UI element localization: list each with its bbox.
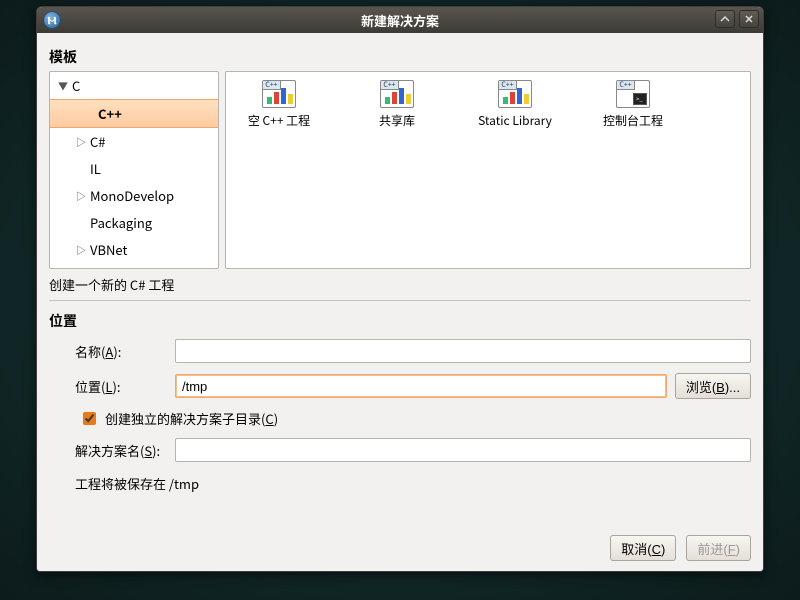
close-button[interactable]: [739, 10, 759, 28]
tree-item-packaging[interactable]: Packaging: [50, 209, 218, 236]
tree-item-monodevelop[interactable]: ▷ MonoDevelop: [50, 182, 218, 209]
project-icon: C++: [498, 80, 532, 108]
category-tree[interactable]: ▼ C C++ ▷ C# IL ▷ MonoDevelop: [49, 71, 219, 269]
expander-icon[interactable]: ▷: [76, 134, 88, 149]
titlebar[interactable]: 新建解决方案: [37, 7, 763, 33]
template-static-lib[interactable]: C++ Static Library: [470, 80, 560, 158]
location-input[interactable]: [175, 374, 667, 398]
template-section-label: 模板: [49, 47, 751, 67]
tree-item-label: VBNet: [90, 240, 127, 259]
browse-button[interactable]: 浏览(B)...: [675, 373, 751, 399]
forward-button[interactable]: 前进(F): [686, 535, 751, 561]
template-console[interactable]: C++ 控制台工程: [588, 80, 678, 158]
separator: [49, 300, 751, 301]
name-input[interactable]: [175, 339, 751, 363]
location-form: 名称(A): 位置(L): 浏览(B)... 创建独立的解决方案子目录(C) 解…: [49, 335, 751, 497]
solution-row: 解决方案名(S):: [49, 438, 751, 462]
location-section-label: 位置: [49, 311, 751, 331]
project-icon: C++: [262, 80, 296, 108]
template-label: 空 C++ 工程: [248, 112, 310, 129]
tree-item-label: Packaging: [90, 213, 152, 232]
tree-item-cpp[interactable]: C++: [50, 99, 218, 128]
dialog-content: 模板 ▼ C C++ ▷ C# IL ▷ MonoD: [37, 33, 763, 571]
tree-item-label: C#: [90, 132, 106, 151]
tree-item-csharp[interactable]: ▷ C#: [50, 128, 218, 155]
cancel-button[interactable]: 取消(C): [610, 535, 676, 561]
expander-icon[interactable]: ▼: [58, 78, 70, 93]
project-icon: C++: [616, 80, 650, 108]
tree-item-label: MonoDevelop: [90, 186, 174, 205]
save-hint: 工程将被保存在 /tmp: [49, 474, 751, 493]
minimize-button[interactable]: [715, 10, 735, 28]
tree-item-label: C: [72, 76, 80, 95]
expander-icon[interactable]: ▷: [76, 242, 88, 257]
tree-item-il[interactable]: IL: [50, 155, 218, 182]
templates-pane: C++ 空 C++ 工程 C++ 共享库 C++: [225, 71, 751, 269]
dialog-window: 新建解决方案 模板 ▼ C C++ ▷ C#: [36, 6, 764, 572]
name-row: 名称(A):: [49, 339, 751, 363]
subdir-checkbox[interactable]: [83, 412, 96, 425]
solution-label: 解决方案名(S):: [49, 441, 167, 460]
template-row: ▼ C C++ ▷ C# IL ▷ MonoDevelop: [49, 71, 751, 269]
window-title: 新建解决方案: [361, 11, 439, 30]
tree-item-vbnet[interactable]: ▷ VBNet: [50, 236, 218, 263]
template-description: 创建一个新的 C# 工程: [49, 275, 751, 294]
solution-input[interactable]: [175, 438, 751, 462]
titlebar-buttons: [715, 10, 759, 28]
template-label: Static Library: [478, 112, 552, 129]
dialog-footer: 取消(C) 前进(F): [49, 529, 751, 561]
subdir-row: 创建独立的解决方案子目录(C): [49, 409, 751, 428]
project-icon: C++: [380, 80, 414, 108]
template-label: 控制台工程: [603, 112, 663, 129]
app-icon: [43, 11, 61, 29]
chevron-up-icon: [720, 15, 730, 23]
tree-item-c[interactable]: ▼ C: [50, 72, 218, 99]
location-label: 位置(L):: [49, 377, 167, 396]
name-label: 名称(A):: [49, 342, 167, 361]
expander-icon[interactable]: ▷: [76, 188, 88, 203]
close-icon: [744, 15, 754, 23]
tree-item-label: IL: [90, 159, 101, 178]
location-row: 位置(L): 浏览(B)...: [49, 373, 751, 399]
template-label: 共享库: [379, 112, 415, 129]
subdir-label[interactable]: 创建独立的解决方案子目录(C): [105, 409, 278, 428]
template-empty-cpp[interactable]: C++ 空 C++ 工程: [234, 80, 324, 158]
tree-item-label: C++: [98, 104, 122, 123]
terminal-icon: [633, 93, 647, 105]
template-shared-lib[interactable]: C++ 共享库: [352, 80, 442, 158]
